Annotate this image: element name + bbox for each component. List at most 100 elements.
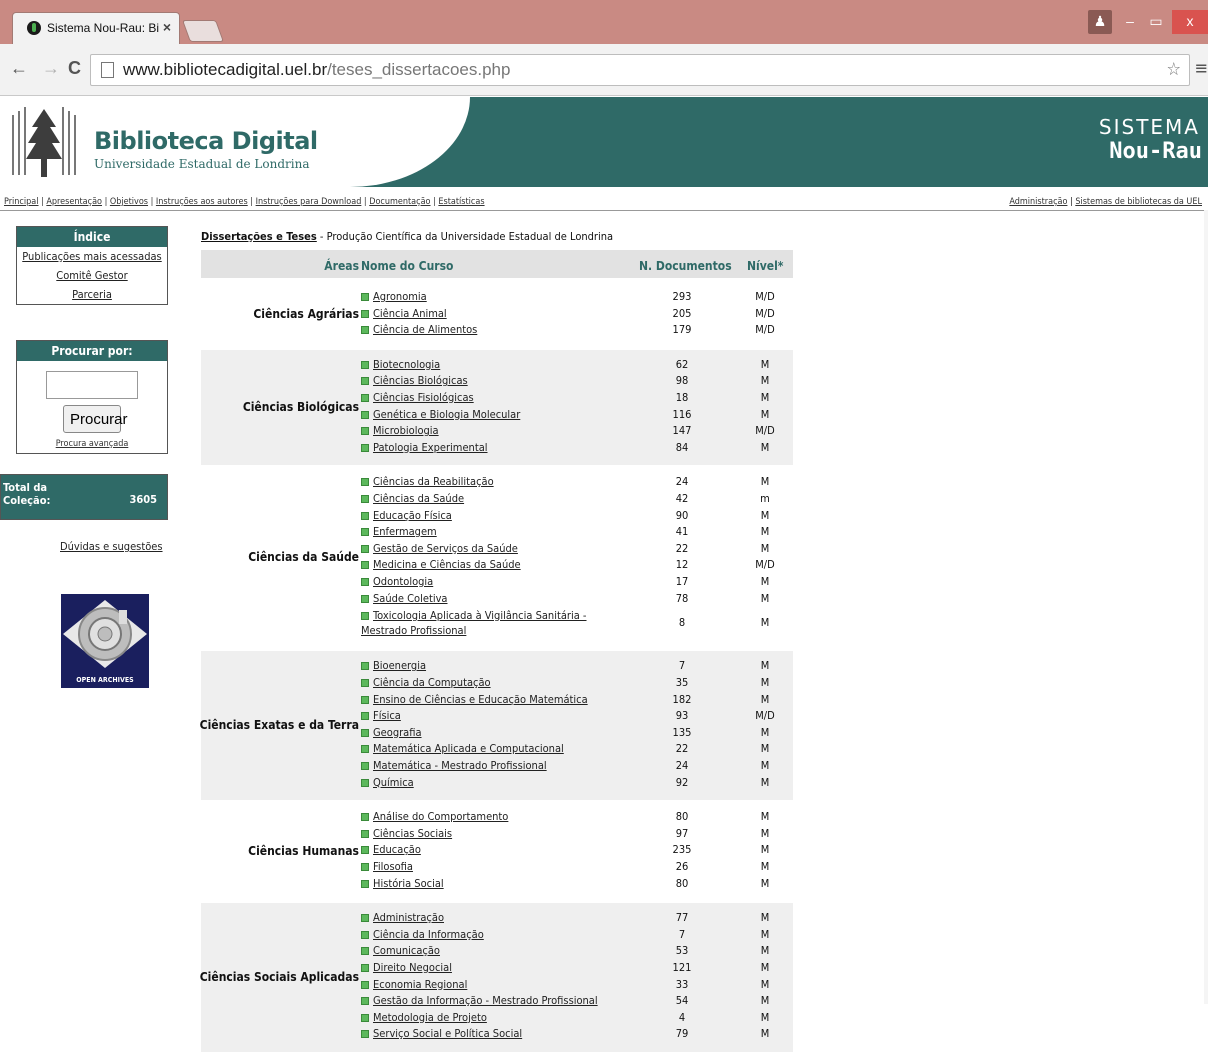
course-link[interactable]: Direito Negocial — [373, 961, 452, 974]
course-level: M — [760, 675, 770, 689]
maximize-button[interactable]: ▭ — [1144, 10, 1168, 34]
course-item: Saúde Coletiva — [361, 592, 448, 609]
course-link[interactable]: Análise do Comportamento — [373, 810, 508, 823]
course-link[interactable]: Ciência de Alimentos — [373, 323, 477, 336]
nav-documentacao[interactable]: Documentação — [369, 197, 430, 207]
nav-sistemas-bibliotecas[interactable]: Sistemas de bibliotecas da UEL — [1075, 197, 1202, 207]
course-level: M — [760, 1027, 770, 1041]
course-link[interactable]: Ciência da Informação — [373, 928, 484, 941]
address-bar[interactable]: www.bibliotecadigital.uel.br/teses_disse… — [90, 54, 1190, 86]
course-link[interactable]: Gestão da Informação - Mestrado Profissi… — [373, 994, 598, 1007]
nav-instrucoes-autores[interactable]: Instruções aos autores — [156, 197, 248, 207]
course-link[interactable]: Bioenergia — [373, 659, 426, 672]
course-link[interactable]: História Social — [373, 877, 444, 890]
close-window-button[interactable]: x — [1172, 10, 1208, 34]
index-title: Índice — [17, 227, 167, 247]
back-button[interactable]: ← — [10, 58, 28, 79]
course-link[interactable]: Agronomia — [373, 290, 427, 303]
url-host: www.bibliotecadigital.uel.br — [123, 60, 328, 79]
course-link[interactable]: Comunicação — [373, 944, 440, 957]
advanced-search-link[interactable]: Procura avançada — [17, 439, 167, 453]
nav-objetivos[interactable]: Objetivos — [110, 197, 148, 207]
course-level: M — [760, 927, 770, 941]
course-link[interactable]: Ciências Sociais — [373, 827, 452, 840]
course-link[interactable]: Administração — [373, 911, 444, 924]
course-link[interactable]: Geografia — [373, 726, 422, 739]
tab-title: Sistema Nou-Rau: Bibliote — [47, 21, 159, 35]
course-level: m — [760, 491, 770, 505]
area-row: Ciências Biológicas Biotecnologia 62 M Ciênc… — [201, 349, 793, 466]
link-parceria[interactable]: Parceria — [17, 285, 167, 304]
url-text[interactable]: www.bibliotecadigital.uel.br/teses_disse… — [123, 60, 510, 80]
tab-close-icon[interactable]: × — [163, 19, 171, 35]
course-link[interactable]: Ciência da Computação — [373, 676, 491, 689]
course-link[interactable]: Ciências da Reabilitação — [373, 475, 494, 488]
scrollbar[interactable] — [1204, 210, 1208, 1004]
course-link[interactable]: Matemática - Mestrado Profissional — [373, 759, 547, 772]
chrome-menu-icon[interactable]: ≡ — [1194, 58, 1208, 79]
minimize-button[interactable]: – — [1118, 10, 1142, 34]
bullet-icon — [361, 494, 369, 503]
course-link[interactable]: Filosofia — [373, 860, 413, 873]
bullet-icon — [361, 813, 369, 822]
open-archives-logo[interactable]: OPEN ARCHIVES — [61, 594, 149, 688]
bullet-icon — [361, 393, 369, 402]
course-link[interactable]: Economia Regional — [373, 978, 467, 991]
course-doc-count: 121 — [672, 960, 692, 974]
course-link[interactable]: Enfermagem — [373, 525, 437, 538]
search-input[interactable] — [46, 371, 138, 399]
bookmark-star-icon[interactable]: ☆ — [1166, 59, 1181, 80]
help-link[interactable]: Dúvidas e sugestões — [60, 540, 163, 553]
course-link[interactable]: Química — [373, 776, 414, 789]
course-link[interactable]: Matemática Aplicada e Computacional — [373, 742, 564, 755]
course-item: Educação — [361, 843, 421, 860]
forward-button[interactable]: → — [42, 58, 60, 79]
course-link[interactable]: Metodologia de Projeto — [373, 1011, 487, 1024]
nav-instrucoes-download[interactable]: Instruções para Download — [256, 197, 362, 207]
user-profile-icon[interactable]: ♟ — [1088, 10, 1112, 34]
nav-apresentacao[interactable]: Apresentação — [46, 197, 102, 207]
search-button[interactable]: Procurar — [63, 405, 128, 433]
course-link[interactable]: Medicina e Ciências da Saúde — [373, 558, 521, 571]
course-doc-count: 24 — [675, 475, 689, 489]
reload-button[interactable]: C — [68, 58, 81, 79]
nav-administracao[interactable]: Administração — [1009, 197, 1067, 207]
course-item: História Social — [361, 877, 444, 894]
link-comite-gestor[interactable]: Comitê Gestor — [17, 266, 167, 285]
nav-principal[interactable]: Principal — [4, 197, 39, 207]
course-link[interactable]: Ciências Biológicas — [373, 374, 468, 387]
course-doc-count: 98 — [675, 374, 689, 388]
course-link[interactable]: Gestão de Serviços da Saúde — [373, 542, 518, 555]
bullet-icon — [361, 980, 369, 989]
course-link[interactable]: Genética e Biologia Molecular — [373, 408, 520, 421]
course-link[interactable]: Educação — [373, 843, 421, 856]
new-tab-button[interactable] — [181, 20, 225, 42]
course-level: M — [760, 960, 770, 974]
course-level: M — [760, 475, 770, 489]
course-link[interactable]: Biotecnologia — [373, 358, 440, 371]
course-link[interactable]: Odontologia — [373, 575, 433, 588]
course-item: Microbiologia — [361, 424, 439, 441]
link-publicacoes-mais-acessadas[interactable]: Publicações mais acessadas — [17, 247, 167, 266]
course-doc-count: 22 — [675, 541, 689, 555]
search-title: Procurar por: — [17, 341, 167, 361]
course-link[interactable]: Ciências Fisiológicas — [373, 391, 474, 404]
browser-tab[interactable]: Sistema Nou-Rau: Bibliote × — [12, 12, 180, 44]
course-link[interactable]: Saúde Coletiva — [373, 592, 448, 605]
course-link[interactable]: Patologia Experimental — [373, 441, 488, 454]
bullet-icon — [361, 326, 369, 335]
course-link[interactable]: Física — [373, 709, 401, 722]
course-link[interactable]: Ciência Animal — [373, 307, 447, 320]
course-link[interactable]: Ensino de Ciências e Educação Matemática — [373, 693, 588, 706]
course-link[interactable]: Serviço Social e Política Social — [373, 1027, 522, 1040]
nav-estatisticas[interactable]: Estatísticas — [438, 197, 484, 207]
course-link[interactable]: Toxicologia Aplicada à Vigilância Sanitá… — [361, 609, 587, 637]
course-link[interactable]: Ciências da Saúde — [373, 492, 464, 505]
course-doc-count: 147 — [672, 424, 692, 438]
course-doc-count: 79 — [675, 1027, 689, 1041]
title-link-dissertacoes[interactable]: Dissertações e Teses — [201, 230, 317, 243]
bullet-icon — [361, 914, 369, 923]
header-nivel: Nível* — [747, 259, 784, 273]
course-link[interactable]: Educação Física — [373, 509, 452, 522]
course-link[interactable]: Microbiologia — [373, 424, 439, 437]
